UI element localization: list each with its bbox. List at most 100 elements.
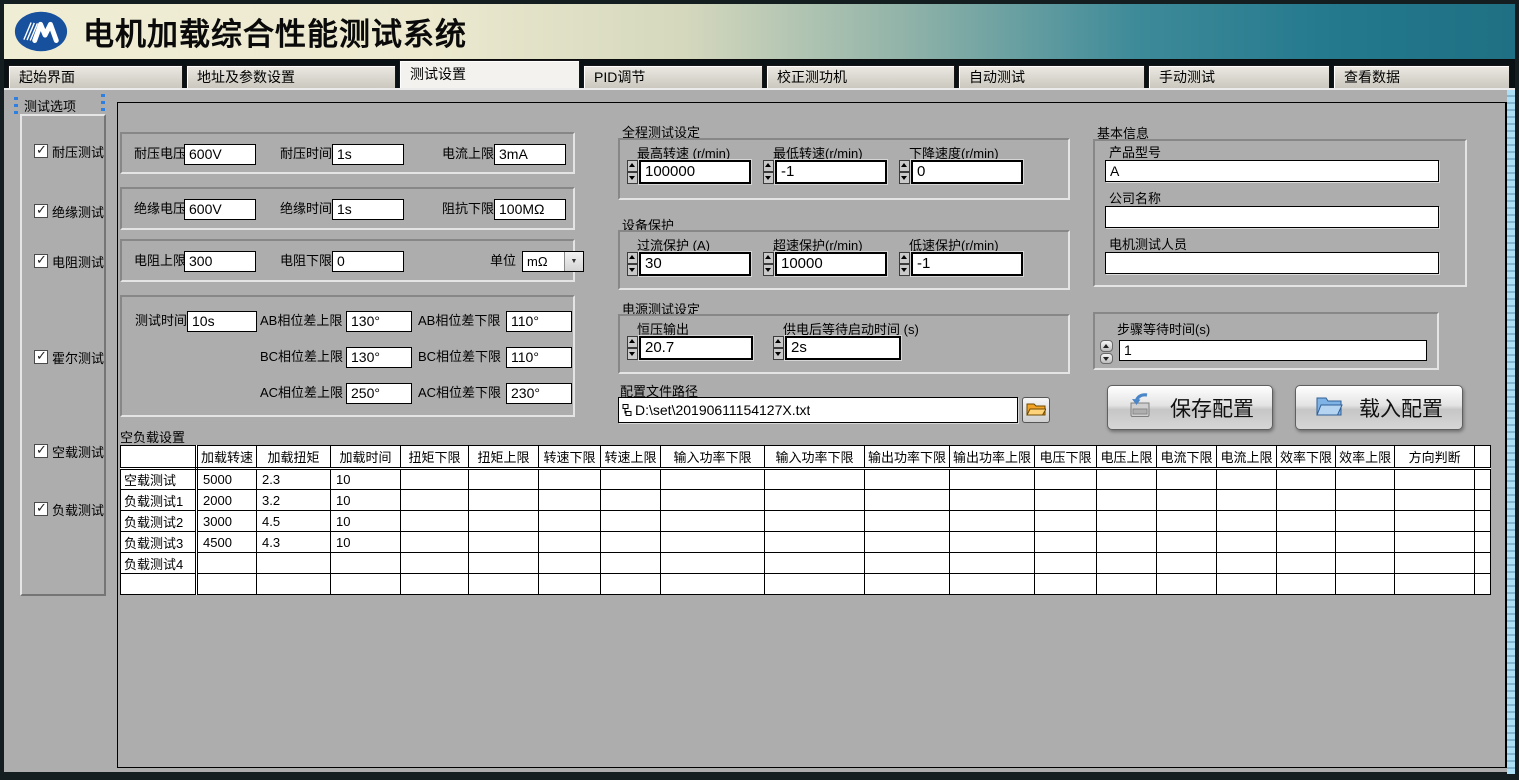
table-cell[interactable] <box>1217 490 1277 511</box>
table-cell[interactable] <box>765 532 865 553</box>
spin-up-icon[interactable] <box>899 252 910 264</box>
table-cell[interactable] <box>1395 574 1475 595</box>
config-path-value[interactable]: D:\set\20190611154127X.txt <box>635 402 810 418</box>
spin-down-icon[interactable] <box>763 172 774 184</box>
table-cell[interactable] <box>1475 574 1491 595</box>
text-input[interactable]: 110° <box>506 347 572 368</box>
table-cell[interactable] <box>1097 511 1157 532</box>
table-cell[interactable] <box>865 532 950 553</box>
checkbox-icon[interactable]: ✓ <box>34 350 48 364</box>
spin-down-icon[interactable] <box>1100 353 1113 365</box>
text-input[interactable]: 110° <box>506 311 572 332</box>
spin-up-icon[interactable] <box>763 160 774 172</box>
table-cell[interactable] <box>469 532 539 553</box>
table-cell[interactable] <box>601 574 661 595</box>
spin-down-icon[interactable] <box>627 172 638 184</box>
table-cell[interactable] <box>197 553 257 574</box>
table-cell[interactable] <box>1336 532 1395 553</box>
table-cell[interactable]: 10 <box>331 490 401 511</box>
numeric-input[interactable]: 20.7 <box>639 336 753 360</box>
table-cell[interactable] <box>661 553 765 574</box>
text-input[interactable]: 3mA <box>494 144 566 165</box>
numeric-input[interactable]: 100000 <box>639 160 751 184</box>
table-cell[interactable] <box>1217 532 1277 553</box>
spin-up-icon[interactable] <box>1100 340 1113 352</box>
text-input[interactable]: 10s <box>187 311 257 332</box>
table-cell[interactable] <box>539 490 601 511</box>
table-cell[interactable] <box>1475 490 1491 511</box>
text-input[interactable]: 1s <box>332 199 404 220</box>
text-input[interactable]: 130° <box>346 347 412 368</box>
table-cell[interactable] <box>539 532 601 553</box>
table-cell[interactable] <box>469 490 539 511</box>
table-cell[interactable] <box>1157 574 1217 595</box>
text-input[interactable]: 0 <box>332 251 404 272</box>
table-cell[interactable] <box>601 511 661 532</box>
spin-up-icon[interactable] <box>773 336 784 348</box>
spin-up-icon[interactable] <box>627 336 638 348</box>
table-cell[interactable] <box>539 553 601 574</box>
table-cell[interactable] <box>865 490 950 511</box>
spinner[interactable] <box>899 160 910 184</box>
table-cell[interactable] <box>1157 490 1217 511</box>
spin-down-icon[interactable] <box>773 348 784 360</box>
tab-item[interactable]: 校正测功机 <box>766 65 955 88</box>
spinner[interactable] <box>899 252 910 276</box>
spinner[interactable] <box>627 160 638 184</box>
table-cell[interactable] <box>1097 553 1157 574</box>
table-cell[interactable] <box>401 490 469 511</box>
spin-down-icon[interactable] <box>627 264 638 276</box>
table-cell[interactable] <box>1277 574 1336 595</box>
table-cell[interactable]: 10 <box>331 511 401 532</box>
text-input[interactable]: 100MΩ <box>494 199 566 220</box>
text-input[interactable]: 300 <box>184 251 256 272</box>
table-cell[interactable] <box>1217 511 1277 532</box>
table-cell[interactable] <box>1035 574 1097 595</box>
table-cell[interactable] <box>1475 469 1491 490</box>
spin-up-icon[interactable] <box>627 252 638 264</box>
table-cell[interactable]: 3000 <box>197 511 257 532</box>
table-cell[interactable] <box>1336 553 1395 574</box>
text-input[interactable]: 130° <box>346 311 412 332</box>
table-cell[interactable]: 4.5 <box>257 511 331 532</box>
spinner[interactable] <box>763 160 774 184</box>
text-input[interactable] <box>1105 206 1439 228</box>
table-cell[interactable] <box>661 490 765 511</box>
table-cell[interactable] <box>1217 574 1277 595</box>
spinner[interactable] <box>763 252 774 276</box>
table-cell[interactable] <box>257 553 331 574</box>
tab-item[interactable]: 自动测试 <box>958 65 1145 88</box>
table-cell[interactable] <box>1097 490 1157 511</box>
table-cell[interactable] <box>469 574 539 595</box>
tab-item[interactable]: 测试设置 <box>399 60 580 88</box>
unit-dropdown[interactable]: mΩ▼ <box>522 251 584 272</box>
table-cell[interactable] <box>765 469 865 490</box>
table-cell[interactable] <box>1475 532 1491 553</box>
sidebar-option[interactable]: ✓绝缘测试 <box>34 202 104 220</box>
table-cell[interactable] <box>950 469 1035 490</box>
spinner[interactable] <box>773 336 784 360</box>
table-cell[interactable] <box>661 469 765 490</box>
table-cell[interactable] <box>765 511 865 532</box>
chevron-down-icon[interactable]: ▼ <box>564 252 583 271</box>
table-cell[interactable] <box>661 511 765 532</box>
table-cell[interactable] <box>950 553 1035 574</box>
table-cell[interactable] <box>661 574 765 595</box>
table-cell[interactable] <box>601 553 661 574</box>
table-cell[interactable] <box>865 469 950 490</box>
tab-item[interactable]: 地址及参数设置 <box>186 65 396 88</box>
table-cell[interactable] <box>765 553 865 574</box>
table-cell[interactable] <box>1395 490 1475 511</box>
table-cell[interactable] <box>950 532 1035 553</box>
table-cell[interactable] <box>1035 490 1097 511</box>
table-cell[interactable] <box>1097 469 1157 490</box>
tab-item[interactable]: PID调节 <box>583 65 763 88</box>
table-cell[interactable] <box>1395 553 1475 574</box>
table-cell[interactable] <box>1097 574 1157 595</box>
table-cell[interactable] <box>469 469 539 490</box>
text-input[interactable]: 600V <box>184 199 256 220</box>
table-cell[interactable] <box>401 469 469 490</box>
table-cell[interactable] <box>1277 469 1336 490</box>
table-cell[interactable]: 2.3 <box>257 469 331 490</box>
numeric-input[interactable]: 2s <box>785 336 901 360</box>
